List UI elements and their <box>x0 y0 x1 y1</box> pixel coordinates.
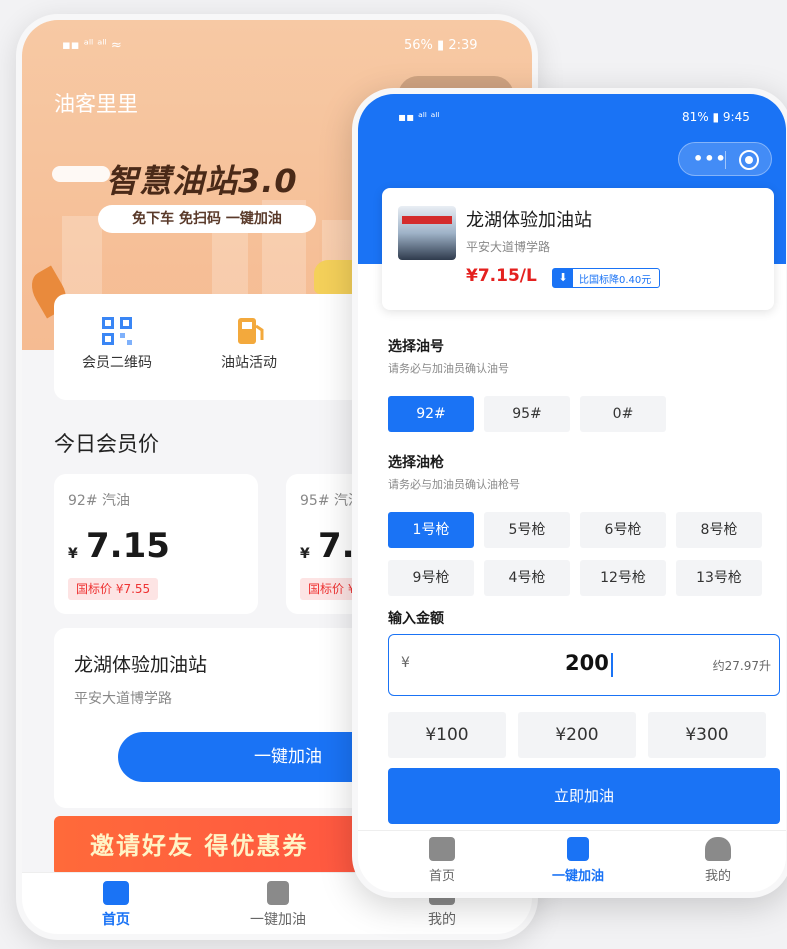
building-decoration <box>212 230 248 300</box>
quick-action-member-qr[interactable]: 会员二维码 <box>62 316 172 372</box>
nozzle-option[interactable]: 8号枪 <box>676 512 762 548</box>
nozzle-section-title: 选择油枪 <box>388 455 444 471</box>
quick-amount-100[interactable]: ¥100 <box>388 712 506 758</box>
quick-action-label: 油站活动 <box>221 355 277 371</box>
home-icon <box>429 837 455 861</box>
app-name: 油客里里 <box>54 92 138 116</box>
fuel-pump-icon <box>232 316 266 346</box>
tab-label: 我的 <box>428 912 456 928</box>
banner-title: 智慧油站3.0 <box>106 162 298 200</box>
nozzle-option[interactable]: 5号枪 <box>484 512 570 548</box>
tab-label: 首页 <box>102 912 130 928</box>
tab-one-click-refuel[interactable]: 一键加油 <box>218 881 338 929</box>
text-cursor <box>611 653 613 677</box>
tab-label: 首页 <box>428 869 455 884</box>
currency-symbol: ¥ <box>401 655 410 671</box>
nozzle-section-hint: 请务必与加油员确认油枪号 <box>388 478 520 491</box>
user-icon <box>705 837 731 861</box>
status-bar-battery-time: 81% ▮ 9:45 <box>682 110 750 124</box>
price-drop-text: 比国标降0.40元 <box>579 274 652 286</box>
cloud-decoration <box>52 166 110 182</box>
price-drop-badge: ⬇ 比国标降0.40元 <box>552 268 661 288</box>
nozzle-option[interactable]: 4号枪 <box>484 560 570 596</box>
tab-label: 一键加油 <box>250 912 306 928</box>
station-photo <box>398 206 456 260</box>
nozzle-option[interactable]: 6号枪 <box>580 512 666 548</box>
invite-banner-text: 邀请好友 得优惠券 <box>90 832 309 860</box>
nozzle-option[interactable]: 13号枪 <box>676 560 762 596</box>
amount-section-title: 输入金额 <box>388 611 444 627</box>
section-title: 今日会员价 <box>54 432 159 456</box>
nozzle-option[interactable]: 9号枪 <box>388 560 474 596</box>
nozzle-option[interactable]: 1号枪 <box>388 512 474 548</box>
amount-input[interactable]: ¥ 200 约27.97升 <box>388 634 780 696</box>
member-price: 7.15 <box>86 526 170 566</box>
refuel-phone-mockup: ▪▪ ᵃˡˡ ᵃˡˡ 81% ▮ 9:45 ••• 龙湖体验加油站 平安大道博学… <box>352 88 787 898</box>
tab-label: 一键加油 <box>551 869 604 884</box>
fuel-option-92[interactable]: 92# <box>388 396 474 432</box>
qr-code-icon <box>100 316 134 346</box>
tab-home[interactable]: 首页 <box>56 881 176 929</box>
status-bar-battery-time: 56% ▮ 2:39 <box>404 38 478 53</box>
menu-capsule[interactable]: ••• <box>678 142 772 176</box>
quick-amount-200[interactable]: ¥200 <box>518 712 636 758</box>
fuel-option-0[interactable]: 0# <box>580 396 666 432</box>
tab-label: 我的 <box>704 869 731 884</box>
status-bar-signal: ▪▪ ᵃˡˡ ᵃˡˡ <box>398 110 440 124</box>
fuel-section-title: 选择油号 <box>388 339 444 355</box>
quick-action-station-events[interactable]: 油站活动 <box>194 316 304 372</box>
banner-subtitle: 免下车 免扫码 一键加油 <box>98 205 316 233</box>
fuel-option-95[interactable]: 95# <box>484 396 570 432</box>
tab-profile[interactable]: 我的 <box>668 837 768 884</box>
fuel-price: ¥7.15/L <box>466 266 537 286</box>
close-target-icon[interactable] <box>739 150 759 170</box>
fuel-type-label: 92# 汽油 <box>68 493 130 509</box>
price-card-92[interactable]: 92# 汽油 ¥ 7.15 国标价 ¥7.55 <box>54 474 258 614</box>
standard-price-badge: 国标价 ¥7.55 <box>68 578 159 600</box>
station-info-card: 龙湖体验加油站 平安大道博学路 ¥7.15/L ⬇ 比国标降0.40元 <box>382 188 774 310</box>
quick-amount-300[interactable]: ¥300 <box>648 712 766 758</box>
more-icon[interactable]: ••• <box>693 149 727 168</box>
tab-home[interactable]: 首页 <box>392 837 492 884</box>
status-bar-signal: ▪▪ ᵃˡˡ ᵃˡˡ ≈ <box>62 38 122 53</box>
arrow-down-icon: ⬇ <box>553 269 573 287</box>
tab-one-click-refuel[interactable]: 一键加油 <box>528 837 628 884</box>
quick-action-label: 会员二维码 <box>82 355 152 371</box>
building-decoration <box>62 216 102 296</box>
refuel-now-button[interactable]: 立即加油 <box>388 768 780 824</box>
fuel-pump-icon <box>567 837 589 861</box>
fuel-pump-icon <box>267 881 289 905</box>
fuel-section-hint: 请务必与加油员确认油号 <box>388 362 509 375</box>
capsule-divider <box>725 151 726 169</box>
currency-symbol: ¥ <box>300 546 310 562</box>
station-name: 龙湖体验加油站 <box>466 210 592 231</box>
amount-value[interactable]: 200 <box>565 651 609 675</box>
nozzle-option[interactable]: 12号枪 <box>580 560 666 596</box>
bottom-tab-bar: 首页 一键加油 我的 <box>358 830 786 892</box>
approx-liters: 约27.97升 <box>712 659 771 673</box>
currency-symbol: ¥ <box>68 546 78 562</box>
station-address: 平安大道博学路 <box>466 240 551 254</box>
station-address: 平安大道博学路 <box>74 691 172 707</box>
station-name: 龙湖体验加油站 <box>74 654 208 676</box>
home-icon <box>103 881 129 905</box>
